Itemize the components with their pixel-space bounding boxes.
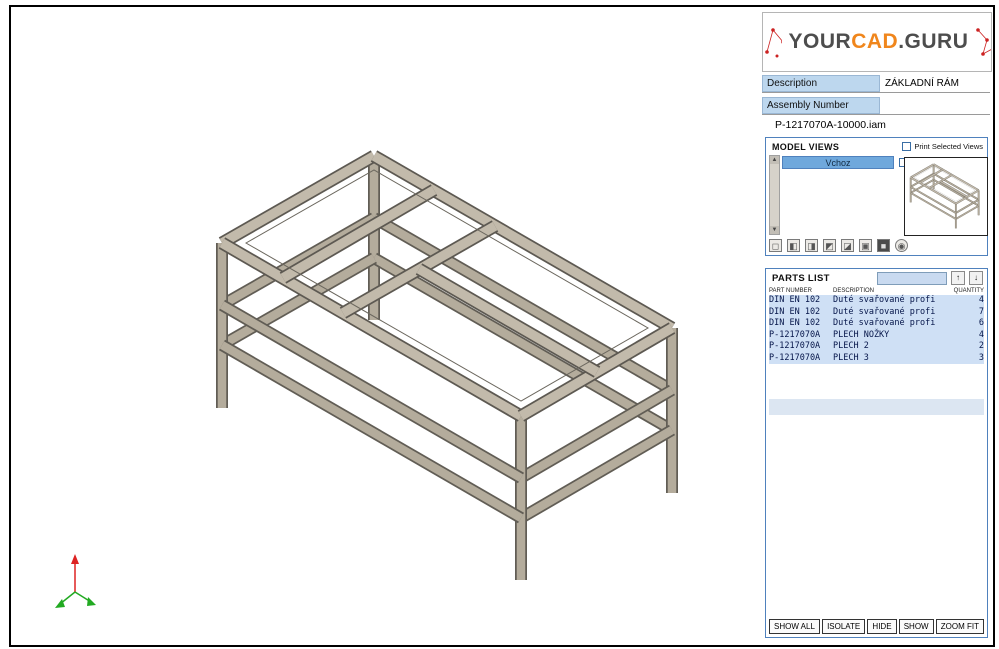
show-button[interactable]: SHOW	[898, 619, 934, 634]
print-selected-views-label: Print Selected Views	[914, 142, 983, 151]
description-row: Description ZÁKLADNÍ RÁM	[762, 75, 990, 93]
view-orbit-icon[interactable]: ◉	[895, 239, 908, 252]
parts-list-column-headers: PART NUMBER DESCRIPTION QUANTITY	[766, 286, 987, 295]
quantity-cell: 6	[978, 318, 984, 328]
table-row[interactable]: P-1217070A PLECH 3 3	[769, 352, 984, 364]
description-cell: Duté svařované profi	[833, 295, 936, 305]
view-iso-icon[interactable]: ■	[877, 239, 890, 252]
view-top-icon[interactable]: ◧	[787, 239, 800, 252]
table-row[interactable]: DIN EN 102 Duté svařované profi 6	[769, 318, 984, 330]
origin-triad-icon	[55, 554, 96, 608]
model-3d-view[interactable]	[12, 8, 760, 644]
column-part-number: PART NUMBER	[769, 287, 813, 294]
description-label: Description	[762, 75, 880, 92]
quantity-cell: 4	[978, 329, 984, 340]
view-right-icon[interactable]: ◩	[823, 239, 836, 252]
table-row[interactable]: P-1217070A PLECH 2 2	[769, 341, 984, 353]
table-row[interactable]: DIN EN 102 Duté svařované profi 4	[769, 295, 984, 307]
quantity-cell: 4	[978, 295, 984, 305]
sort-descending-icon[interactable]: ↓	[969, 271, 983, 285]
isolate-button[interactable]: ISOLATE	[822, 619, 866, 634]
view-left-icon[interactable]: ◪	[841, 239, 854, 252]
model-views-header: MODEL VIEWS Print Selected Views	[766, 138, 987, 154]
assembly-number-row: Assembly Number	[762, 97, 990, 115]
parts-actions-toolbar: SHOW ALL ISOLATE HIDE SHOW ZOOM FIT	[769, 619, 984, 634]
description-cell: Duté svařované profi	[833, 318, 936, 328]
quantity-cell: 3	[978, 352, 984, 363]
model-view-item-vchoz[interactable]: Vchoz	[782, 156, 894, 169]
show-all-button[interactable]: SHOW ALL	[769, 619, 820, 634]
parts-search-input[interactable]	[877, 271, 947, 285]
part-number-cell: DIN EN 102	[769, 318, 821, 328]
table-row[interactable]: DIN EN 102 Duté svařované profi 7	[769, 306, 984, 318]
view-default-icon[interactable]: ◻	[769, 239, 782, 252]
model-view-thumbnail[interactable]	[904, 157, 988, 236]
part-number-cell: P-1217070A	[769, 329, 821, 340]
hide-button[interactable]: HIDE	[867, 619, 897, 634]
scroll-up-icon[interactable]: ▲	[770, 156, 779, 164]
description-cell: PLECH 2	[833, 341, 869, 351]
quantity-cell: 7	[978, 306, 984, 317]
assembly-file-name: P-1217070A-10000.iam	[775, 119, 886, 131]
model-views-panel: MODEL VIEWS Print Selected Views ▲ ▼ Vch…	[765, 137, 988, 256]
part-number-cell: DIN EN 102	[769, 306, 821, 317]
part-number-cell: P-1217070A	[769, 352, 821, 363]
logo-text: YOURCAD.GURU	[788, 30, 969, 53]
print-selected-views-checkbox[interactable]	[902, 142, 912, 151]
assembly-number-value	[880, 97, 990, 114]
parts-list-panel: PARTS LIST ↑ ↓ PART NUMBER DESCRIPTION Q…	[765, 268, 988, 638]
logo-constellation-right-icon	[976, 28, 991, 56]
model-views-scrollbar[interactable]: ▲ ▼	[769, 155, 780, 235]
part-number-cell: DIN EN 102	[769, 295, 821, 305]
logo: YOURCAD.GURU	[762, 12, 992, 72]
parts-list-empty-strip	[769, 399, 984, 415]
view-orientation-toolbar: ◻ ◧ ◨ ◩ ◪ ▣ ■ ◉	[769, 239, 908, 252]
assembly-number-label: Assembly Number	[762, 97, 880, 114]
model-views-title: MODEL VIEWS	[772, 141, 840, 152]
column-quantity: QUANTITY	[953, 287, 984, 294]
description-cell: Duté svařované profi	[833, 306, 936, 317]
sort-ascending-icon[interactable]: ↑	[951, 271, 965, 285]
quantity-cell: 2	[978, 341, 984, 351]
column-description: DESCRIPTION	[833, 287, 875, 294]
view-back-icon[interactable]: ▣	[859, 239, 872, 252]
frame-3d-model	[216, 150, 678, 580]
table-row[interactable]: P-1217070A PLECH NOŽKY 4	[769, 329, 984, 341]
description-cell: PLECH 3	[833, 352, 869, 363]
logo-constellation-left-icon	[765, 28, 782, 58]
parts-list-rows: DIN EN 102 Duté svařované profi 4 DIN EN…	[766, 295, 987, 364]
part-number-cell: P-1217070A	[769, 341, 821, 351]
zoom-fit-button[interactable]: ZOOM FIT	[935, 619, 984, 634]
scroll-down-icon[interactable]: ▼	[770, 226, 779, 234]
view-front-icon[interactable]: ◨	[805, 239, 818, 252]
drawing-sheet: YOURCAD.GURU Description ZÁKLADNÍ RÁM As…	[0, 0, 999, 649]
description-cell: PLECH NOŽKY	[833, 329, 890, 340]
parts-list-title: PARTS LIST	[772, 272, 830, 284]
parts-list-header: PARTS LIST ↑ ↓	[766, 269, 987, 286]
description-value: ZÁKLADNÍ RÁM	[885, 78, 959, 89]
